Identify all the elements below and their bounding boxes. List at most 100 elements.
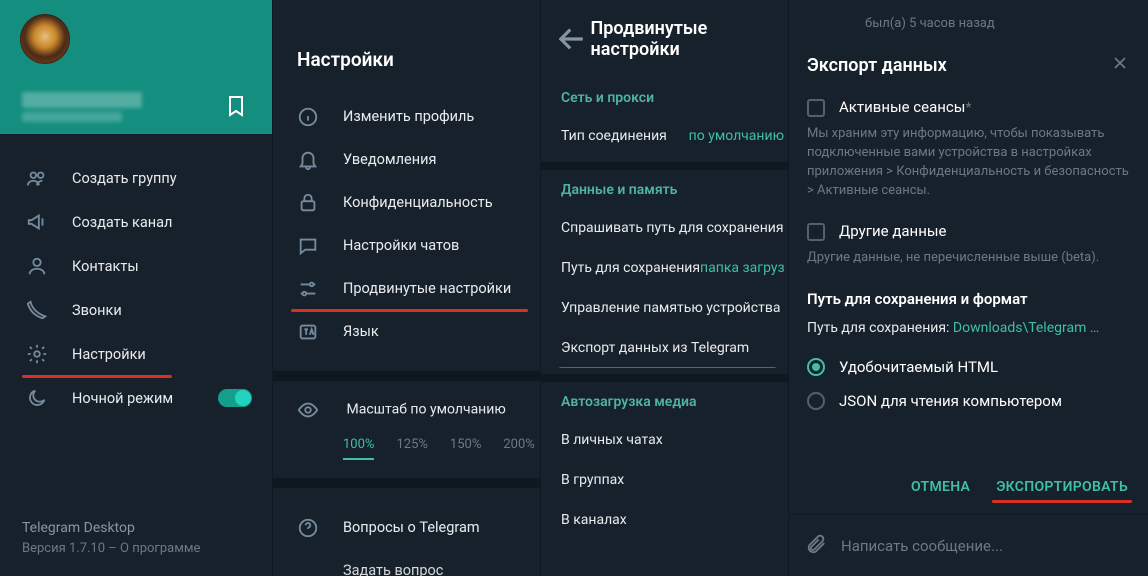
sidebar-item-settings[interactable]: Настройки (0, 332, 272, 376)
section-media: Автозагрузка медиа (541, 382, 788, 420)
settings-row-label: Конфиденциальность (343, 194, 493, 211)
sidebar-item-contacts[interactable]: Контакты (0, 244, 272, 288)
row-connection-type[interactable]: Тип соединения по умолчанию (541, 116, 788, 156)
zoom-200[interactable]: 200% (503, 437, 534, 460)
settings-row-notifications[interactable]: Уведомления (273, 138, 540, 181)
radio-label: Удобочитаемый HTML (839, 358, 998, 376)
settings-row-label: Настройки чатов (343, 237, 459, 254)
night-mode-toggle[interactable] (218, 389, 252, 407)
group-icon (26, 167, 48, 189)
settings-row-zoom[interactable]: Масштаб по умолчанию 100% 125% 150% 200% (273, 399, 540, 460)
account-phone-blurred (22, 112, 122, 122)
settings-row-label: Язык (343, 323, 379, 340)
sidebar-item-create-group[interactable]: Создать группу (0, 156, 272, 200)
settings-row-label: Продвинутые настройки (343, 280, 511, 297)
moon-icon (26, 387, 48, 409)
radio-icon[interactable] (807, 358, 825, 376)
check-label: Активные сеансы (839, 98, 965, 116)
cancel-button[interactable]: ОТМЕНА (911, 479, 970, 495)
row-media-groups[interactable]: В группах (541, 460, 788, 500)
language-icon (297, 321, 319, 343)
settings-row-ask[interactable]: Задать вопрос (273, 549, 540, 576)
check-active-sessions[interactable]: Активные сеансы* (807, 90, 1130, 121)
sidebar-item-create-channel[interactable]: Создать канал (0, 200, 272, 244)
close-icon (1110, 53, 1130, 73)
row-media-channels[interactable]: В каналах (541, 500, 788, 540)
arrow-left-icon (553, 19, 591, 59)
eye-icon (297, 399, 319, 421)
row-export-data[interactable]: Экспорт данных из Telegram (541, 328, 788, 368)
zoom-125[interactable]: 125% (396, 437, 427, 460)
radio-html[interactable]: Удобочитаемый HTML (807, 350, 1130, 384)
attach-button[interactable] (805, 533, 827, 559)
main-drawer: Создать группу Создать канал Контакты Зв… (0, 0, 272, 576)
settings-row-faq[interactable]: Вопросы о Telegram (273, 506, 540, 549)
row-label: В каналах (561, 512, 627, 528)
sidebar-item-night-mode[interactable]: Ночной режим (0, 376, 272, 420)
sidebar-item-calls[interactable]: Звонки (0, 288, 272, 332)
radio-label: JSON для чтения компьютером (839, 392, 1062, 410)
row-media-pm[interactable]: В личных чатах (541, 420, 788, 460)
check-other-data[interactable]: Другие данные (807, 214, 1130, 245)
export-title: Экспорт данных (807, 55, 947, 76)
zoom-150[interactable]: 150% (450, 437, 481, 460)
export-path-row[interactable]: Путь для сохранения: Downloads\Telegram … (807, 320, 1130, 350)
sidebar-item-label: Создать группу (72, 170, 177, 187)
row-label: Спрашивать путь для сохранения (561, 220, 784, 236)
row-label: В личных чатах (561, 432, 663, 448)
radio-icon[interactable] (807, 392, 825, 410)
advanced-panel: Продвинутые настройки Сеть и прокси Тип … (540, 0, 788, 576)
asterisk-icon: * (965, 100, 971, 116)
row-ask-path[interactable]: Спрашивать путь для сохранения (541, 208, 788, 248)
drawer-footer: Telegram Desktop Версия 1.7.10 – О прогр… (0, 518, 272, 576)
compose-input[interactable]: Написать сообщение... (841, 537, 1003, 555)
drawer-header (0, 0, 272, 134)
row-label: Экспорт данных из Telegram (561, 340, 749, 356)
row-save-path[interactable]: Путь для сохранения папка загрузок (541, 248, 788, 288)
radio-json[interactable]: JSON для чтения компьютером (807, 384, 1130, 418)
section-format: Путь для сохранения и формат (807, 282, 1130, 320)
row-label: Путь для сохранения (561, 260, 700, 276)
close-button[interactable] (1110, 53, 1130, 78)
lock-icon (297, 192, 319, 214)
export-button[interactable]: ЭКСПОРТИРОВАТЬ (996, 479, 1128, 495)
row-label: В группах (561, 472, 624, 488)
avatar[interactable] (20, 14, 70, 64)
path-link[interactable]: Downloads\Telegram … (953, 320, 1099, 336)
settings-row-label: Уведомления (343, 151, 436, 168)
account-name-blurred (22, 92, 142, 108)
row-memory[interactable]: Управление памятью устройства (541, 288, 788, 328)
help-icon (297, 517, 319, 539)
app-version[interactable]: Версия 1.7.10 – О программе (22, 539, 272, 559)
export-panel: был(а) 5 часов назад Экспорт данных Акти… (788, 0, 1148, 576)
settings-row-profile[interactable]: Изменить профиль (273, 95, 540, 138)
settings-row-language[interactable]: Язык (273, 310, 540, 353)
back-button[interactable] (553, 19, 591, 59)
settings-row-advanced[interactable]: Продвинутые настройки (273, 267, 540, 310)
contact-icon (26, 255, 48, 277)
settings-row-privacy[interactable]: Конфиденциальность (273, 181, 540, 224)
gear-icon (26, 343, 48, 365)
megaphone-icon (26, 211, 48, 233)
compose-bar: Написать сообщение... (789, 514, 1148, 576)
settings-row-label: Задать вопрос (343, 562, 443, 576)
paperclip-icon (805, 533, 827, 555)
info-icon (297, 106, 319, 128)
bookmark-icon (224, 94, 248, 118)
settings-row-chats[interactable]: Настройки чатов (273, 224, 540, 267)
section-data: Данные и память (541, 170, 788, 208)
check-label: Другие данные (839, 222, 946, 240)
sliders-icon (297, 278, 319, 300)
checkbox-icon[interactable] (807, 99, 825, 117)
settings-panel: Настройки Изменить профиль Уведомления К… (272, 0, 540, 576)
advanced-header: Продвинутые настройки (541, 0, 788, 78)
question-icon (297, 560, 319, 576)
zoom-100[interactable]: 100% (343, 437, 374, 460)
checkbox-icon[interactable] (807, 223, 825, 241)
check-desc-sessions: Мы храним эту информацию, чтобы показыва… (807, 121, 1130, 214)
drawer-menu: Создать группу Создать канал Контакты Зв… (0, 134, 272, 518)
path-label: Путь для сохранения: (807, 320, 953, 336)
sidebar-item-label: Звонки (72, 302, 122, 319)
saved-messages-button[interactable] (224, 94, 248, 118)
zoom-label: Масштаб по умолчанию (346, 402, 505, 418)
